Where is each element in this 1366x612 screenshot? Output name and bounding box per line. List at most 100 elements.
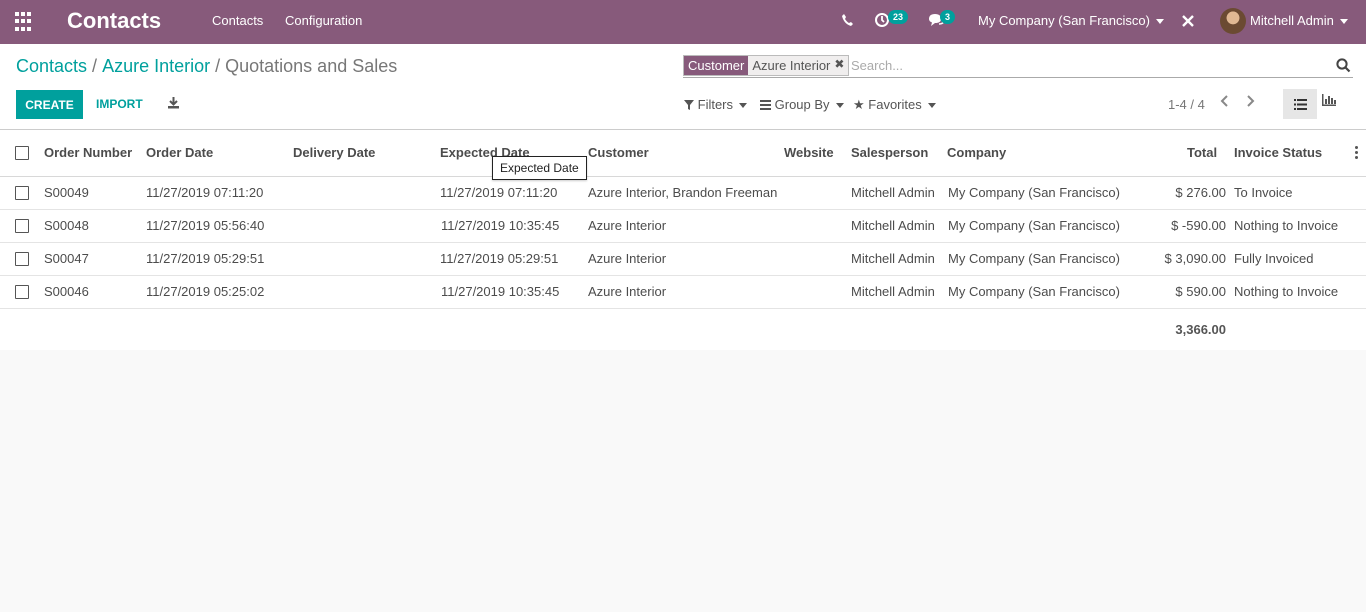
menu-contacts[interactable]: Contacts — [212, 13, 263, 28]
groupby-dropdown[interactable]: Group By — [760, 97, 844, 112]
breadcrumb-azure-interior[interactable]: Azure Interior — [102, 56, 210, 76]
search-facet: Customer Azure Interior ✖ — [683, 55, 850, 76]
search-icon[interactable] — [1336, 58, 1351, 76]
company: My Company (San Francisco) — [948, 284, 1120, 299]
list-view-button[interactable] — [1283, 89, 1317, 119]
row-checkbox[interactable] — [15, 186, 29, 200]
groupby-label: Group By — [774, 97, 830, 112]
row-checkbox[interactable] — [15, 252, 29, 266]
chevron-down-icon — [1155, 19, 1164, 25]
col-delivery-date[interactable]: Delivery Date — [293, 145, 375, 160]
facet-value: Azure Interior — [748, 56, 835, 75]
search-bar: Customer Azure Interior ✖ — [683, 55, 1353, 78]
breadcrumb-contacts[interactable]: Contacts — [16, 56, 87, 76]
table-row[interactable]: S00048 11/27/2019 05:56:40 11/27/2019 10… — [0, 210, 1366, 243]
avatar[interactable] — [1220, 8, 1246, 34]
invoice-status: To Invoice — [1234, 185, 1293, 200]
table-row[interactable]: S00049 11/27/2019 07:11:20 11/27/2019 07… — [0, 177, 1366, 210]
invoice-status: Fully Invoiced — [1234, 251, 1314, 266]
col-order-number[interactable]: Order Number — [44, 145, 132, 160]
breadcrumb: Contacts / Azure Interior / Quotations and S… — [16, 56, 397, 77]
user-name: Mitchell Admin — [1250, 13, 1334, 28]
chevron-down-icon — [1339, 19, 1348, 25]
user-menu[interactable]: Mitchell Admin — [1250, 13, 1348, 28]
company: My Company (San Francisco) — [948, 218, 1120, 233]
salesperson: Mitchell Admin — [851, 284, 935, 299]
company: My Company (San Francisco) — [948, 251, 1120, 266]
total: $ 3,090.00 — [1164, 251, 1226, 266]
search-input[interactable] — [851, 55, 1321, 76]
total: $ 276.00 — [1175, 185, 1226, 200]
customer: Azure Interior, Brandon Freeman — [588, 185, 778, 200]
row-checkbox[interactable] — [15, 285, 29, 299]
pager-value[interactable]: 1-4 / 4 — [1168, 97, 1205, 112]
select-all-checkbox[interactable] — [15, 146, 29, 160]
list-view-icon — [1293, 98, 1307, 110]
filters-dropdown[interactable]: Filters — [684, 97, 748, 112]
order-date: 11/27/2019 05:25:02 — [146, 284, 265, 299]
list-table: Order Number Order Date Delivery Date Ex… — [0, 130, 1366, 350]
table-row[interactable]: S00047 11/27/2019 05:29:51 11/27/2019 05… — [0, 243, 1366, 276]
customer: Azure Interior — [588, 218, 667, 233]
filter-icon — [684, 100, 694, 110]
create-button[interactable]: CREATE — [16, 90, 83, 119]
star-icon: ★ — [853, 97, 865, 112]
chevron-down-icon — [835, 103, 844, 109]
optional-columns-icon[interactable] — [1355, 146, 1358, 161]
table-header: Order Number Order Date Delivery Date Ex… — [0, 130, 1366, 177]
expected-date: 11/27/2019 05:29:51 — [440, 251, 559, 266]
expected-date: 11/27/2019 10:35:45 — [441, 284, 560, 299]
total: $ 590.00 — [1175, 284, 1226, 299]
company-name: My Company (San Francisco) — [978, 13, 1150, 28]
order-date: 11/27/2019 07:11:20 — [146, 185, 264, 200]
col-order-date[interactable]: Order Date — [146, 145, 213, 160]
debug-tools-icon[interactable] — [1181, 14, 1195, 31]
order-number: S00049 — [44, 185, 89, 200]
chevron-down-icon — [927, 103, 936, 109]
app-title: Contacts — [67, 8, 162, 33]
col-invoice-status[interactable]: Invoice Status — [1234, 145, 1322, 160]
order-date: 11/27/2019 05:56:40 — [146, 218, 265, 233]
download-icon[interactable] — [167, 96, 180, 112]
order-date: 11/27/2019 05:29:51 — [146, 251, 265, 266]
favorites-dropdown[interactable]: ★ Favorites — [853, 97, 936, 113]
expected-date: 11/27/2019 07:11:20 — [440, 185, 558, 200]
company-switcher[interactable]: My Company (San Francisco) — [978, 13, 1164, 28]
invoice-status: Nothing to Invoice — [1234, 218, 1339, 233]
chevron-left-icon[interactable] — [1218, 94, 1230, 111]
filters-label: Filters — [697, 97, 734, 112]
col-website[interactable]: Website — [784, 145, 834, 160]
col-salesperson[interactable]: Salesperson — [851, 145, 928, 160]
row-checkbox[interactable] — [15, 219, 29, 233]
facet-label: Customer — [684, 56, 749, 75]
top-navbar: Contacts Contacts Configuration 23 3 My … — [0, 0, 1366, 44]
page-title: Quotations and Sales — [225, 56, 398, 76]
graph-view-icon[interactable] — [1322, 94, 1336, 109]
list-icon — [760, 100, 771, 110]
breadcrumb-separator: / — [215, 56, 221, 76]
facet-remove-icon[interactable]: ✖ — [834, 56, 849, 75]
chevron-right-icon[interactable] — [1245, 94, 1257, 111]
sum-total: 3,366.00 — [1175, 322, 1226, 337]
import-button[interactable]: IMPORT — [96, 97, 143, 111]
menu-configuration[interactable]: Configuration — [285, 13, 362, 28]
app-switcher-icon[interactable] — [15, 12, 35, 32]
salesperson: Mitchell Admin — [851, 185, 935, 200]
invoice-status: Nothing to Invoice — [1234, 284, 1339, 299]
table-row[interactable]: S00046 11/27/2019 05:25:02 11/27/2019 10… — [0, 276, 1366, 309]
messages-count-badge: 3 — [940, 10, 956, 24]
salesperson: Mitchell Admin — [851, 251, 935, 266]
column-tooltip: Expected Date — [492, 156, 587, 180]
total: $ -590.00 — [1171, 218, 1226, 233]
col-total[interactable]: Total — [1187, 145, 1217, 160]
order-number: S00047 — [44, 251, 89, 266]
phone-icon[interactable] — [841, 13, 854, 30]
control-panel: Contacts / Azure Interior / Quotations and S… — [0, 44, 1366, 130]
favorites-label: Favorites — [868, 97, 922, 112]
customer: Azure Interior — [588, 284, 667, 299]
col-customer[interactable]: Customer — [588, 145, 649, 160]
col-company[interactable]: Company — [947, 145, 1006, 160]
expected-date: 11/27/2019 10:35:45 — [441, 218, 560, 233]
breadcrumb-separator: / — [92, 56, 98, 76]
chevron-down-icon — [739, 103, 748, 109]
